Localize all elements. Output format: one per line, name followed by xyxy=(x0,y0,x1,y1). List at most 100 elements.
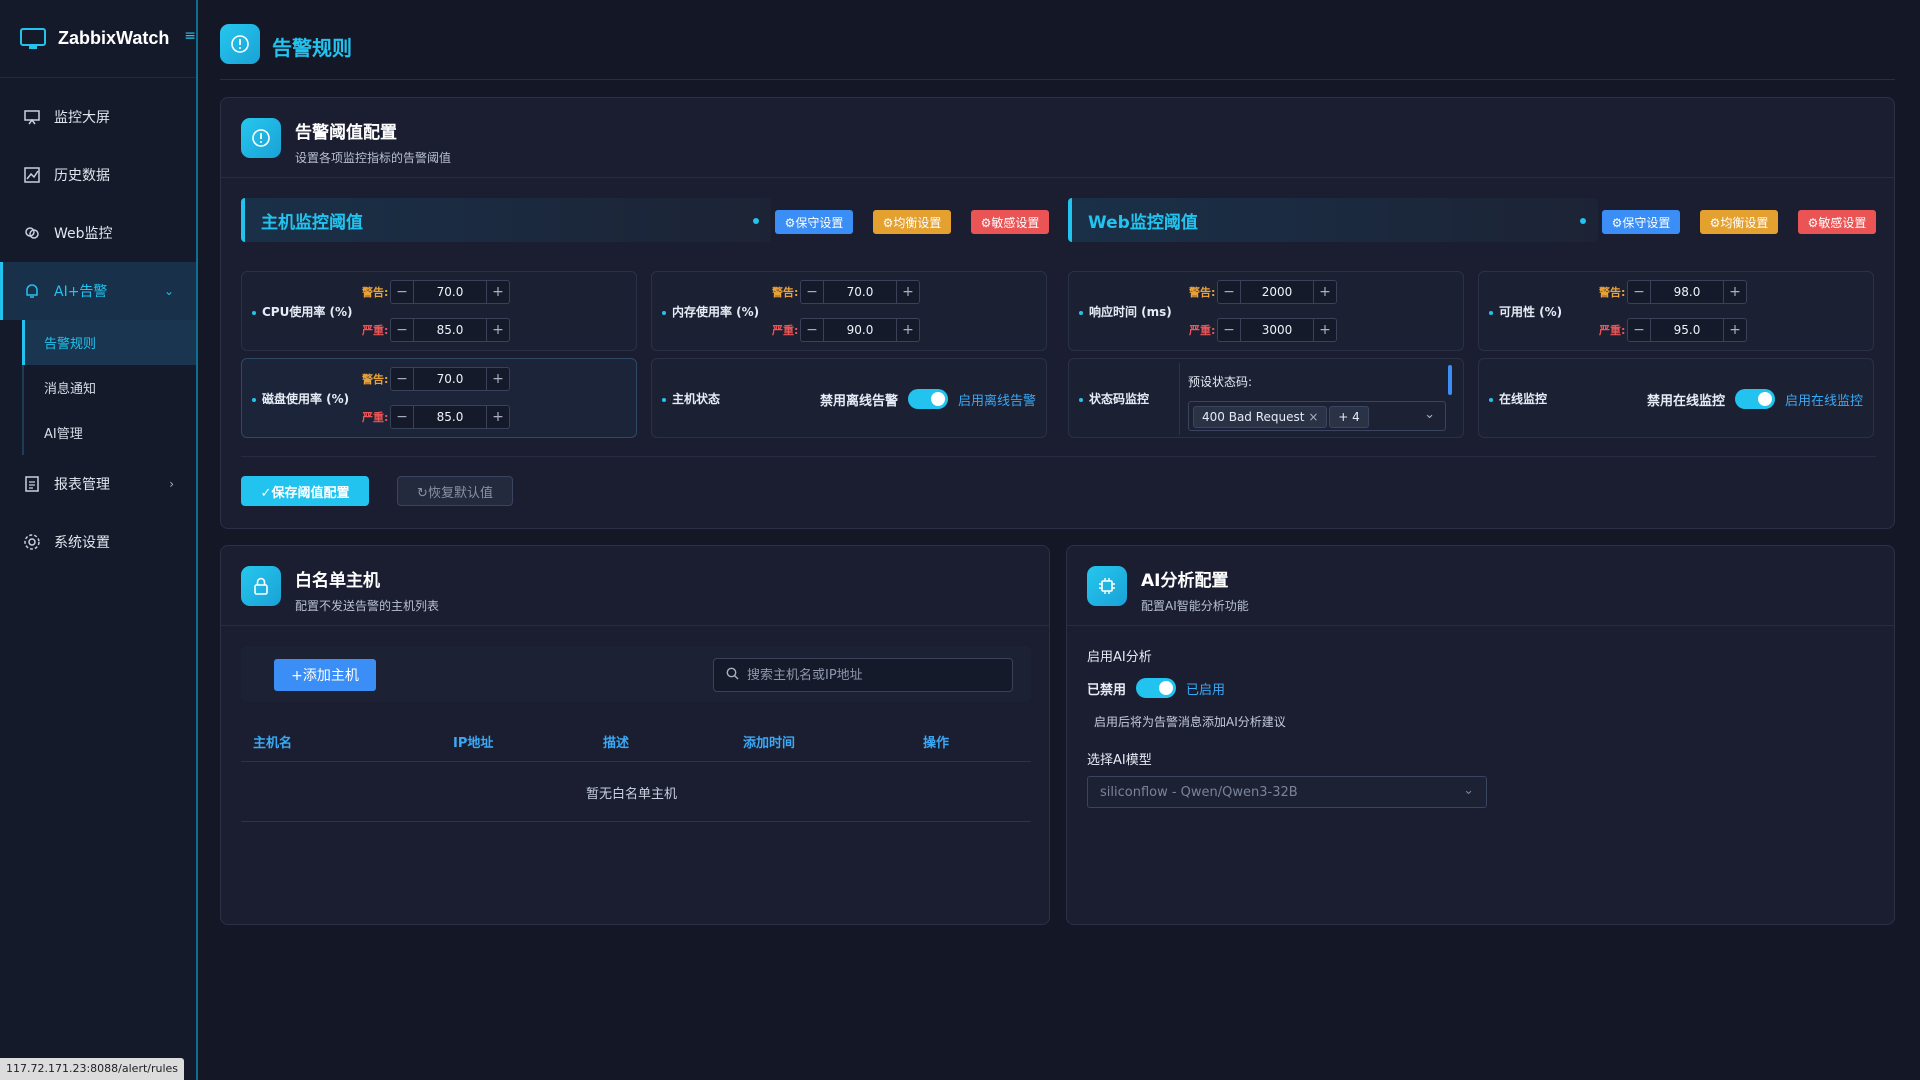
sub-item-notifications[interactable]: 消息通知 xyxy=(24,365,196,410)
preset-code-label: 预设状态码: xyxy=(1188,375,1253,389)
column-header[interactable]: 操作 xyxy=(923,732,949,751)
plus-icon[interactable]: + xyxy=(487,371,509,387)
host-preset-sensitive-button[interactable]: ⚙敏感设置 xyxy=(971,210,1049,234)
plus-icon[interactable]: + xyxy=(487,409,509,425)
menu-toggle-icon[interactable]: ≡ xyxy=(184,28,196,44)
disk-warn-stepper[interactable]: −70.0 + xyxy=(390,367,510,391)
metric-label: 主机状态 xyxy=(662,390,720,407)
availability-metric-card: 可用性 (%) 警告: −98.0 + 严重: −95.0 + xyxy=(1478,271,1874,351)
minus-icon[interactable]: − xyxy=(391,284,413,300)
stepper-value[interactable]: 85.0 xyxy=(413,406,487,428)
memory-metric-card: 内存使用率 (%) 警告: −70.0 + 严重: −90.0 + xyxy=(651,271,1047,351)
add-host-button[interactable]: +添加主机 xyxy=(274,659,376,691)
minus-icon[interactable]: − xyxy=(391,322,413,338)
web-preset-conservative-button[interactable]: ⚙保守设置 xyxy=(1602,210,1680,234)
minus-icon[interactable]: − xyxy=(801,284,823,300)
mem-warn-stepper[interactable]: −70.0 + xyxy=(800,280,920,304)
metric-label: 在线监控 xyxy=(1489,390,1547,407)
bell-icon xyxy=(22,281,42,301)
column-header[interactable]: 描述 xyxy=(603,732,629,751)
plus-icon[interactable]: + xyxy=(1724,322,1746,338)
column-header[interactable]: 主机名 xyxy=(253,732,292,751)
save-threshold-button[interactable]: ✓保存阈值配置 xyxy=(241,476,369,506)
monitor-icon xyxy=(20,27,46,49)
search-box[interactable] xyxy=(713,658,1013,692)
ai-analysis-toggle[interactable] xyxy=(1136,678,1177,698)
mem-crit-stepper[interactable]: −90.0 + xyxy=(800,318,920,342)
stepper-value[interactable]: 3000 xyxy=(1240,319,1314,341)
plus-icon[interactable]: + xyxy=(897,284,919,300)
web-preset-sensitive-button[interactable]: ⚙敏感设置 xyxy=(1798,210,1876,234)
divider xyxy=(241,456,1876,457)
nav-item-history[interactable]: 历史数据 xyxy=(0,146,196,204)
minus-icon[interactable]: − xyxy=(1218,284,1240,300)
toggle-on-label: 启用离线告警 xyxy=(957,393,1036,409)
disk-crit-stepper[interactable]: −85.0 + xyxy=(390,405,510,429)
minus-icon[interactable]: − xyxy=(391,409,413,425)
plus-icon[interactable]: + xyxy=(1314,284,1336,300)
ai-model-select[interactable]: siliconflow - Qwen/Qwen3-32B ⌄ xyxy=(1087,776,1487,808)
plus-icon[interactable]: + xyxy=(897,322,919,338)
crit-row: 严重: −85.0 + xyxy=(362,405,510,429)
minus-icon[interactable]: − xyxy=(1218,322,1240,338)
warn-row: 警告: −98.0 + xyxy=(1599,280,1747,304)
scrollbar[interactable] xyxy=(1448,365,1452,395)
metric-label: 响应时间 (ms) xyxy=(1079,303,1172,320)
metric-label: 磁盘使用率 (%) xyxy=(252,390,349,407)
plus-icon[interactable]: + xyxy=(487,322,509,338)
panel-subtitle: 配置AI智能分析功能 xyxy=(1141,599,1249,613)
avail-crit-stepper[interactable]: −95.0 + xyxy=(1627,318,1747,342)
stepper-value[interactable]: 90.0 xyxy=(823,319,897,341)
toggle-on-label: 已启用 xyxy=(1186,682,1226,698)
restore-defaults-button[interactable]: ↻恢复默认值 xyxy=(397,476,513,506)
status-code-select[interactable]: 400 Bad Request × + 4 ⌄ xyxy=(1188,401,1446,431)
column-header[interactable]: IP地址 xyxy=(453,732,493,751)
status-url: 117.72.171.23:8088/alert/rules xyxy=(0,1058,185,1080)
minus-icon[interactable]: − xyxy=(391,371,413,387)
host-section-header: 主机监控阈值 xyxy=(241,198,771,242)
chevron-down-icon: ⌄ xyxy=(1424,407,1435,422)
web-section-header: Web监控阈值 xyxy=(1068,198,1598,242)
sub-item-alert-rules[interactable]: 告警规则 xyxy=(22,320,196,365)
cpu-metric-card: CPU使用率 (%) 警告: −70.0 + 严重: −85.0 + xyxy=(241,271,637,351)
minus-icon[interactable]: − xyxy=(801,322,823,338)
stepper-value[interactable]: 70.0 xyxy=(413,368,487,390)
stepper-value[interactable]: 95.0 xyxy=(1650,319,1724,341)
plus-icon[interactable]: + xyxy=(487,284,509,300)
nav-item-settings[interactable]: 系统设置 xyxy=(0,513,196,571)
stepper-value[interactable]: 98.0 xyxy=(1650,281,1724,303)
crit-row: 严重: −90.0 + xyxy=(772,318,920,342)
avail-warn-stepper[interactable]: −98.0 + xyxy=(1627,280,1747,304)
stepper-value[interactable]: 85.0 xyxy=(413,319,487,341)
nav-item-reports[interactable]: 报表管理 › xyxy=(0,455,196,513)
main-content: 告警规则 告警阈值配置 设置各项监控指标的告警阈值 主机监控阈值 ⚙保守设置 ⚙… xyxy=(200,0,1920,1080)
cpu-crit-stepper[interactable]: −85.0 + xyxy=(390,318,510,342)
plus-icon[interactable]: + xyxy=(1314,322,1336,338)
stepper-value[interactable]: 2000 xyxy=(1240,281,1314,303)
page-header: 告警规则 xyxy=(220,24,1895,80)
stepper-value[interactable]: 70.0 xyxy=(823,281,897,303)
close-icon[interactable]: × xyxy=(1308,410,1318,424)
host-preset-conservative-button[interactable]: ⚙保守设置 xyxy=(775,210,853,234)
ai-toggle-row: 已禁用 已启用 xyxy=(1087,678,1225,698)
plus-icon[interactable]: + xyxy=(1724,284,1746,300)
nav-item-web[interactable]: Web监控 xyxy=(0,204,196,262)
resp-warn-stepper[interactable]: −2000 + xyxy=(1217,280,1337,304)
host-preset-balanced-button[interactable]: ⚙均衡设置 xyxy=(873,210,951,234)
cpu-warn-stepper[interactable]: −70.0 + xyxy=(390,280,510,304)
host-offline-alert-toggle[interactable] xyxy=(907,389,948,409)
resp-crit-stepper[interactable]: −3000 + xyxy=(1217,318,1337,342)
chevron-down-icon: ⌄ xyxy=(163,284,174,298)
online-monitor-toggle[interactable] xyxy=(1734,389,1775,409)
web-preset-balanced-button[interactable]: ⚙均衡设置 xyxy=(1700,210,1778,234)
alert-circle-icon xyxy=(220,24,260,64)
nav-item-dashboard[interactable]: 监控大屏 xyxy=(0,88,196,146)
minus-icon[interactable]: − xyxy=(1628,322,1650,338)
sub-item-ai-manage[interactable]: AI管理 xyxy=(24,410,196,455)
column-header[interactable]: 添加时间 xyxy=(743,732,795,751)
nav-label: Web监控 xyxy=(54,226,113,242)
search-input[interactable] xyxy=(747,667,987,683)
minus-icon[interactable]: − xyxy=(1628,284,1650,300)
stepper-value[interactable]: 70.0 xyxy=(413,281,487,303)
nav-item-ai-alert[interactable]: AI+告警 ⌄ xyxy=(0,262,196,320)
